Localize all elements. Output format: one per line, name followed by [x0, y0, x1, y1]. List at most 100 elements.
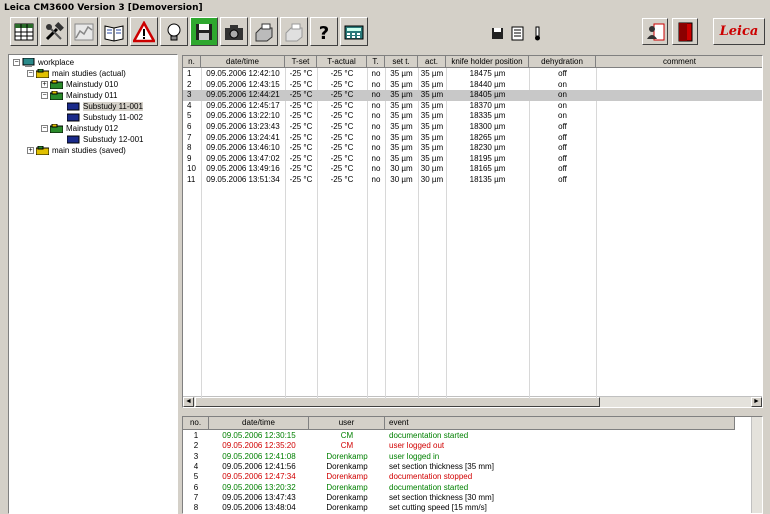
table-cell[interactable]: 11	[187, 175, 201, 186]
column-header[interactable]: dehydration	[529, 56, 596, 68]
table-cell[interactable]: 35 µm	[385, 69, 418, 80]
tree-node-substudy-11-002[interactable]: Substudy 11-002	[67, 112, 143, 123]
table-cell[interactable]: 35 µm	[418, 80, 446, 91]
table-cell[interactable]: -25 °C	[285, 154, 317, 165]
table-cell[interactable]: no	[367, 143, 385, 154]
tree-expander[interactable]: −	[27, 70, 34, 77]
table-cell[interactable]: 09.05.2006 13:49:16	[201, 164, 285, 175]
column-header[interactable]: T.	[367, 56, 385, 68]
column-header[interactable]: date/time	[201, 56, 285, 68]
table-cell[interactable]: -25 °C	[285, 90, 317, 101]
table-cell[interactable]: -25 °C	[285, 111, 317, 122]
table-cell[interactable]: 09.05.2006 13:23:43	[201, 122, 285, 133]
table-cell[interactable]: -25 °C	[317, 175, 367, 186]
table-cell[interactable]: off	[529, 69, 596, 80]
table-cell[interactable]: 18440 µm	[446, 80, 529, 91]
study-tree[interactable]: − workplace − main studies (actual) + Ma…	[8, 54, 178, 514]
user-login-button[interactable]	[642, 18, 668, 45]
tree-expander[interactable]: −	[41, 125, 48, 132]
table-cell[interactable]: no	[367, 154, 385, 165]
table-cell[interactable]: off	[529, 175, 596, 186]
table-cell[interactable]: 18165 µm	[446, 164, 529, 175]
tree-node-mainstudy-012[interactable]: − Mainstudy 012	[41, 123, 118, 134]
table-cell[interactable]	[600, 133, 762, 144]
table-view-button[interactable]	[10, 17, 38, 46]
table-cell[interactable]: no	[367, 111, 385, 122]
table-cell[interactable]: -25 °C	[317, 90, 367, 101]
table-cell[interactable]: 30 µm	[418, 175, 446, 186]
table-cell[interactable]: -25 °C	[317, 164, 367, 175]
table-cell[interactable]	[600, 111, 762, 122]
scroll-thumb[interactable]	[195, 397, 600, 407]
table-cell[interactable]: on	[529, 80, 596, 91]
table-cell[interactable]: off	[529, 154, 596, 165]
scroll-right-button[interactable]: ►	[751, 397, 762, 407]
table-cell[interactable]: 35 µm	[418, 143, 446, 154]
table-cell[interactable]: no	[367, 80, 385, 91]
table-cell[interactable]: 35 µm	[418, 122, 446, 133]
print-button[interactable]	[250, 17, 278, 46]
book-button[interactable]	[100, 17, 128, 46]
tree-expander[interactable]: −	[41, 92, 48, 99]
table-cell[interactable]: no	[367, 133, 385, 144]
table-cell[interactable]: off	[529, 164, 596, 175]
table-cell[interactable]: 10	[187, 164, 201, 175]
exit-button[interactable]	[672, 18, 698, 45]
table-cell[interactable]: 35 µm	[418, 101, 446, 112]
table-cell[interactable]: 09.05.2006 13:47:02	[201, 154, 285, 165]
table-cell[interactable]	[600, 143, 762, 154]
table-cell[interactable]: -25 °C	[317, 80, 367, 91]
table-cell[interactable]: no	[367, 175, 385, 186]
scroll-left-button[interactable]: ◄	[183, 397, 194, 407]
tree-node-saved[interactable]: + main studies (saved)	[27, 145, 126, 156]
table-cell[interactable]: -25 °C	[317, 133, 367, 144]
warning-button[interactable]	[130, 17, 158, 46]
table-cell[interactable]: no	[367, 69, 385, 80]
table-cell[interactable]: 35 µm	[385, 90, 418, 101]
table-cell[interactable]: 2	[187, 80, 201, 91]
thermometer-small-button[interactable]	[531, 26, 544, 41]
table-cell[interactable]: -25 °C	[285, 175, 317, 186]
table-cell[interactable]: off	[529, 143, 596, 154]
table-cell[interactable]: 09.05.2006 13:24:41	[201, 133, 285, 144]
table-cell[interactable]: -25 °C	[285, 164, 317, 175]
save-button[interactable]	[190, 17, 218, 46]
table-cell[interactable]	[600, 154, 762, 165]
table-cell[interactable]: 35 µm	[385, 133, 418, 144]
tree-expander[interactable]: +	[41, 81, 48, 88]
column-header[interactable]: act.	[418, 56, 446, 68]
tree-expander[interactable]: −	[13, 59, 20, 66]
list-small-button[interactable]	[511, 26, 524, 41]
tree-node-substudy-11-001[interactable]: Substudy 11-001	[67, 101, 143, 112]
table-cell[interactable]: 09.05.2006 12:42:10	[201, 69, 285, 80]
table-cell[interactable]: 18405 µm	[446, 90, 529, 101]
table-cell[interactable]: no	[367, 101, 385, 112]
event-log-table[interactable]: no. date/time user event 1 09.05.2006 12:30:1…	[182, 416, 763, 514]
table-cell[interactable]: 35 µm	[385, 154, 418, 165]
table-cell[interactable]: 8	[187, 143, 201, 154]
table-cell[interactable]: -25 °C	[285, 143, 317, 154]
table-cell[interactable]: 7	[187, 133, 201, 144]
table-cell[interactable]	[600, 175, 762, 186]
table-cell[interactable]: -25 °C	[285, 133, 317, 144]
table-cell[interactable]: 9	[187, 154, 201, 165]
camera-button[interactable]	[220, 17, 248, 46]
table-cell[interactable]: -25 °C	[317, 69, 367, 80]
table-cell[interactable]: 18335 µm	[446, 111, 529, 122]
column-header[interactable]: T-set	[285, 56, 317, 68]
table-cell[interactable]: 35 µm	[385, 111, 418, 122]
table-cell[interactable]	[600, 164, 762, 175]
table-cell[interactable]: on	[529, 90, 596, 101]
table-cell[interactable]: 30 µm	[418, 164, 446, 175]
table-cell[interactable]: no	[367, 90, 385, 101]
table-cell[interactable]: 4	[187, 101, 201, 112]
table-cell[interactable]: 35 µm	[385, 80, 418, 91]
table-cell[interactable]: 5	[187, 111, 201, 122]
table-cell[interactable]	[600, 80, 762, 91]
table-cell[interactable]: -25 °C	[317, 101, 367, 112]
log-column-header[interactable]: date/time	[209, 417, 309, 430]
column-header[interactable]: T-actual	[317, 56, 367, 68]
table-cell[interactable]: 35 µm	[418, 90, 446, 101]
log-column-header[interactable]: event	[385, 417, 735, 430]
tree-node-substudy-12-001[interactable]: Substudy 12-001	[67, 134, 144, 145]
